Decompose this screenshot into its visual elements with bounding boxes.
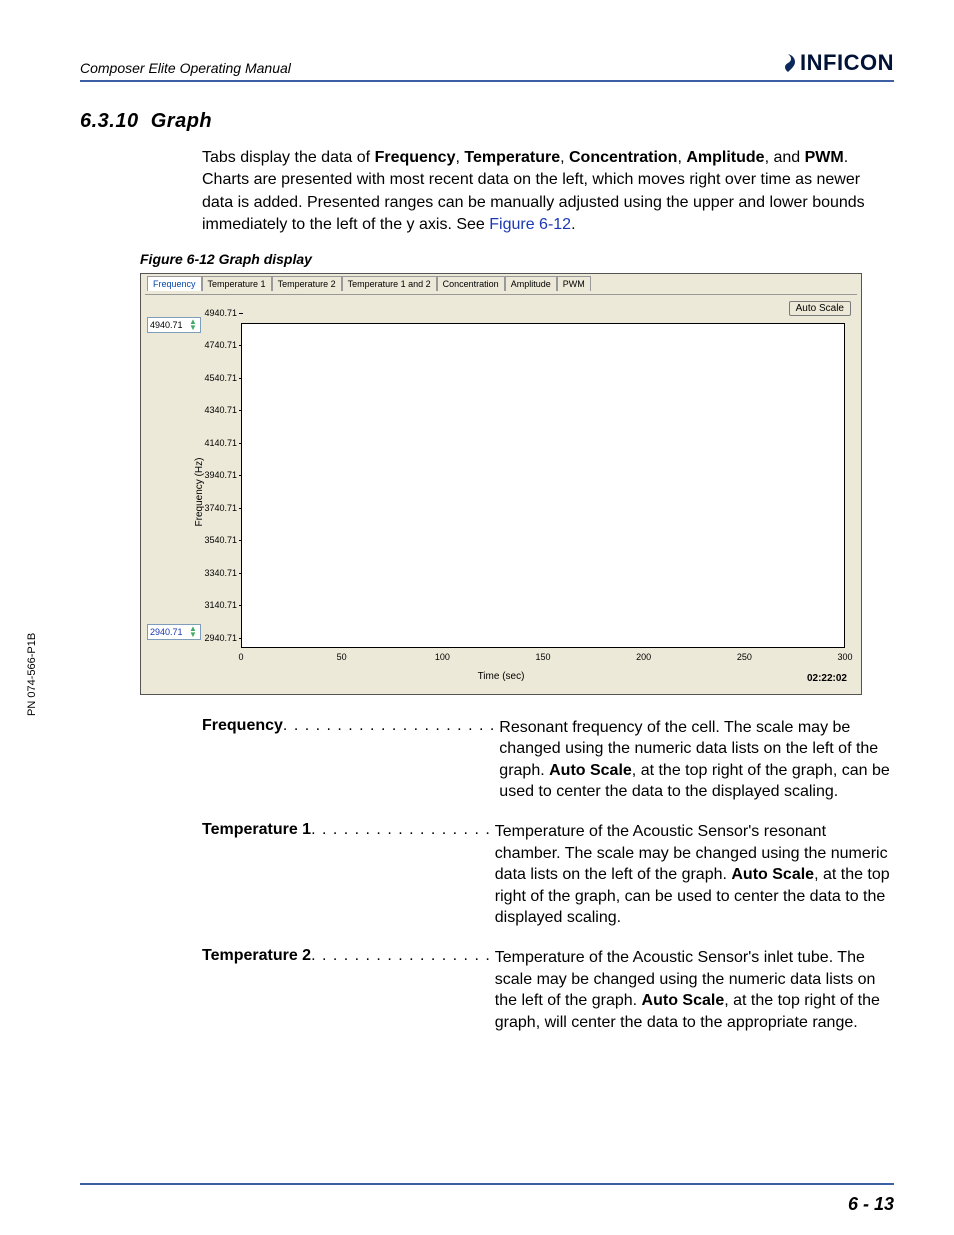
footer-rule [80, 1183, 894, 1185]
page-number: 6 - 13 [848, 1194, 894, 1215]
y-axis-ticks: 2940.713140.713340.713540.713740.713940.… [191, 323, 239, 648]
tab-pwm[interactable]: PWM [557, 276, 591, 291]
chart-timestamp: 02:22:02 [807, 673, 847, 684]
definition-list: Frequency . . . . . . . . . . . . . . . … [202, 717, 890, 1034]
tab-temperature-2[interactable]: Temperature 2 [272, 276, 342, 291]
intro-paragraph: Tabs display the data of Frequency, Temp… [202, 147, 890, 237]
definition-text: Resonant frequency of the cell. The scal… [499, 717, 890, 803]
x-axis-ticks: 050100150200250300 [241, 652, 845, 666]
definition-term: Frequency [202, 717, 283, 803]
tab-temperature-1[interactable]: Temperature 1 [202, 276, 272, 291]
definition-text: Temperature of the Acoustic Sensor's inl… [495, 947, 890, 1033]
brand-logo: INFICON [778, 50, 894, 76]
definition-row: Temperature 2. . . . . . . . . . . . . .… [202, 947, 890, 1033]
manual-title: Composer Elite Operating Manual [80, 60, 291, 76]
brand-text: INFICON [800, 50, 894, 76]
tab-temperature-1-and-2[interactable]: Temperature 1 and 2 [342, 276, 437, 291]
definition-row: Temperature 1. . . . . . . . . . . . . .… [202, 821, 890, 929]
chart-tabs: FrequencyTemperature 1Temperature 2Tempe… [141, 274, 861, 291]
tab-concentration[interactable]: Concentration [437, 276, 505, 291]
tab-amplitude[interactable]: Amplitude [505, 276, 557, 291]
figure-link[interactable]: Figure 6-12 [489, 216, 571, 233]
section-heading: 6.3.10 Graph [80, 110, 894, 133]
x-axis-label: Time (sec) [478, 671, 525, 682]
definition-text: Temperature of the Acoustic Sensor's res… [495, 821, 890, 929]
part-number: PN 074-566-P1B [26, 633, 38, 716]
page-header: Composer Elite Operating Manual INFICON [80, 50, 894, 82]
definition-term: Temperature 1 [202, 821, 311, 929]
chart-panel: FrequencyTemperature 1Temperature 2Tempe… [140, 273, 862, 695]
figure-caption: Figure 6-12 Graph display [140, 251, 894, 267]
definition-term: Temperature 2 [202, 947, 311, 1033]
plot-area [241, 323, 845, 648]
autoscale-button[interactable]: Auto Scale [789, 301, 851, 316]
tab-frequency[interactable]: Frequency [147, 276, 202, 291]
definition-row: Frequency . . . . . . . . . . . . . . . … [202, 717, 890, 803]
